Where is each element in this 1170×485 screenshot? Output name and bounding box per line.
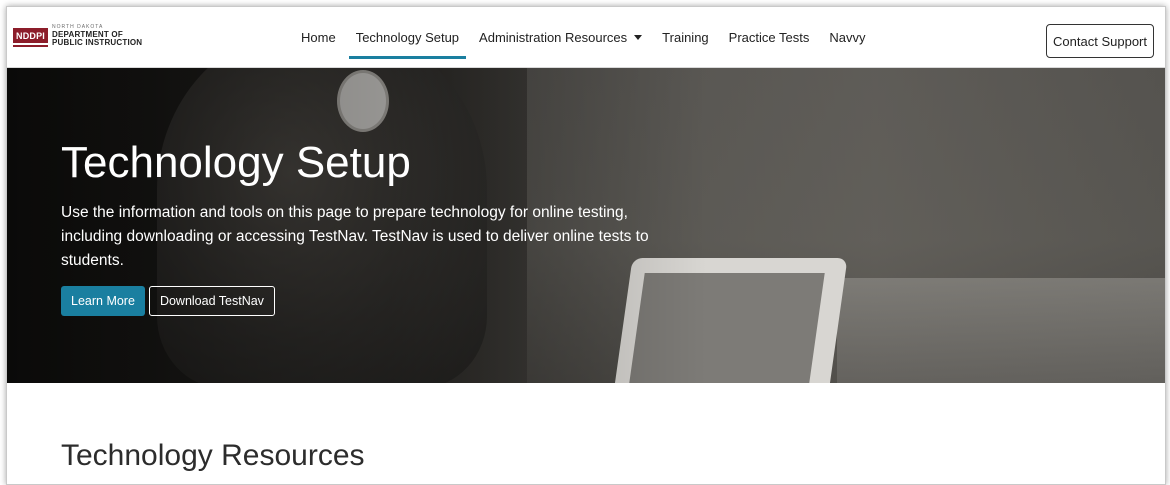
hero-banner: Technology Setup Use the information and… [7,68,1165,383]
download-testnav-button[interactable]: Download TestNav [148,286,275,316]
nav-navvy[interactable]: Navvy [819,7,875,67]
nav-training-label: Training [662,29,709,45]
hero-description: Use the information and tools on this pa… [61,204,649,269]
nav-navvy-label: Navvy [829,29,866,45]
nddpi-logo[interactable]: NDDPI NORTH DAKOTA DEPARTMENT OF PUBLIC … [13,23,142,47]
hero-background-desk [837,278,1165,383]
logo-line-2: PUBLIC INSTRUCTION [52,38,143,47]
page-frame: NDDPI NORTH DAKOTA DEPARTMENT OF PUBLIC … [6,6,1166,485]
learn-more-button[interactable]: Learn More [61,286,145,316]
nav-training[interactable]: Training [652,7,718,67]
main-nav: Home Technology Setup Administration Res… [291,7,875,67]
logo-text: NORTH DAKOTA DEPARTMENT OF PUBLIC INSTRU… [52,23,142,47]
hero-title: Technology Setup [61,138,411,187]
nav-technology-setup[interactable]: Technology Setup [346,7,469,67]
caret-down-icon [634,34,643,40]
nav-technology-setup-label: Technology Setup [355,29,460,45]
nav-administration-resources[interactable]: Administration Resources [469,7,652,67]
technology-resources-heading: Technology Resources [61,439,365,472]
nav-home[interactable]: Home [291,7,346,67]
nav-home-label: Home [301,29,336,45]
contact-support-button[interactable]: Contact Support [1046,24,1154,58]
nav-administration-resources-label: Administration Resources [479,29,628,45]
nav-practice-tests-label: Practice Tests [728,29,810,45]
top-navbar: NDDPI NORTH DAKOTA DEPARTMENT OF PUBLIC … [7,7,1165,68]
nav-practice-tests[interactable]: Practice Tests [719,7,820,67]
logo-mark: NDDPI [13,27,49,47]
hero-buttons: Learn More Download TestNav [61,286,275,316]
